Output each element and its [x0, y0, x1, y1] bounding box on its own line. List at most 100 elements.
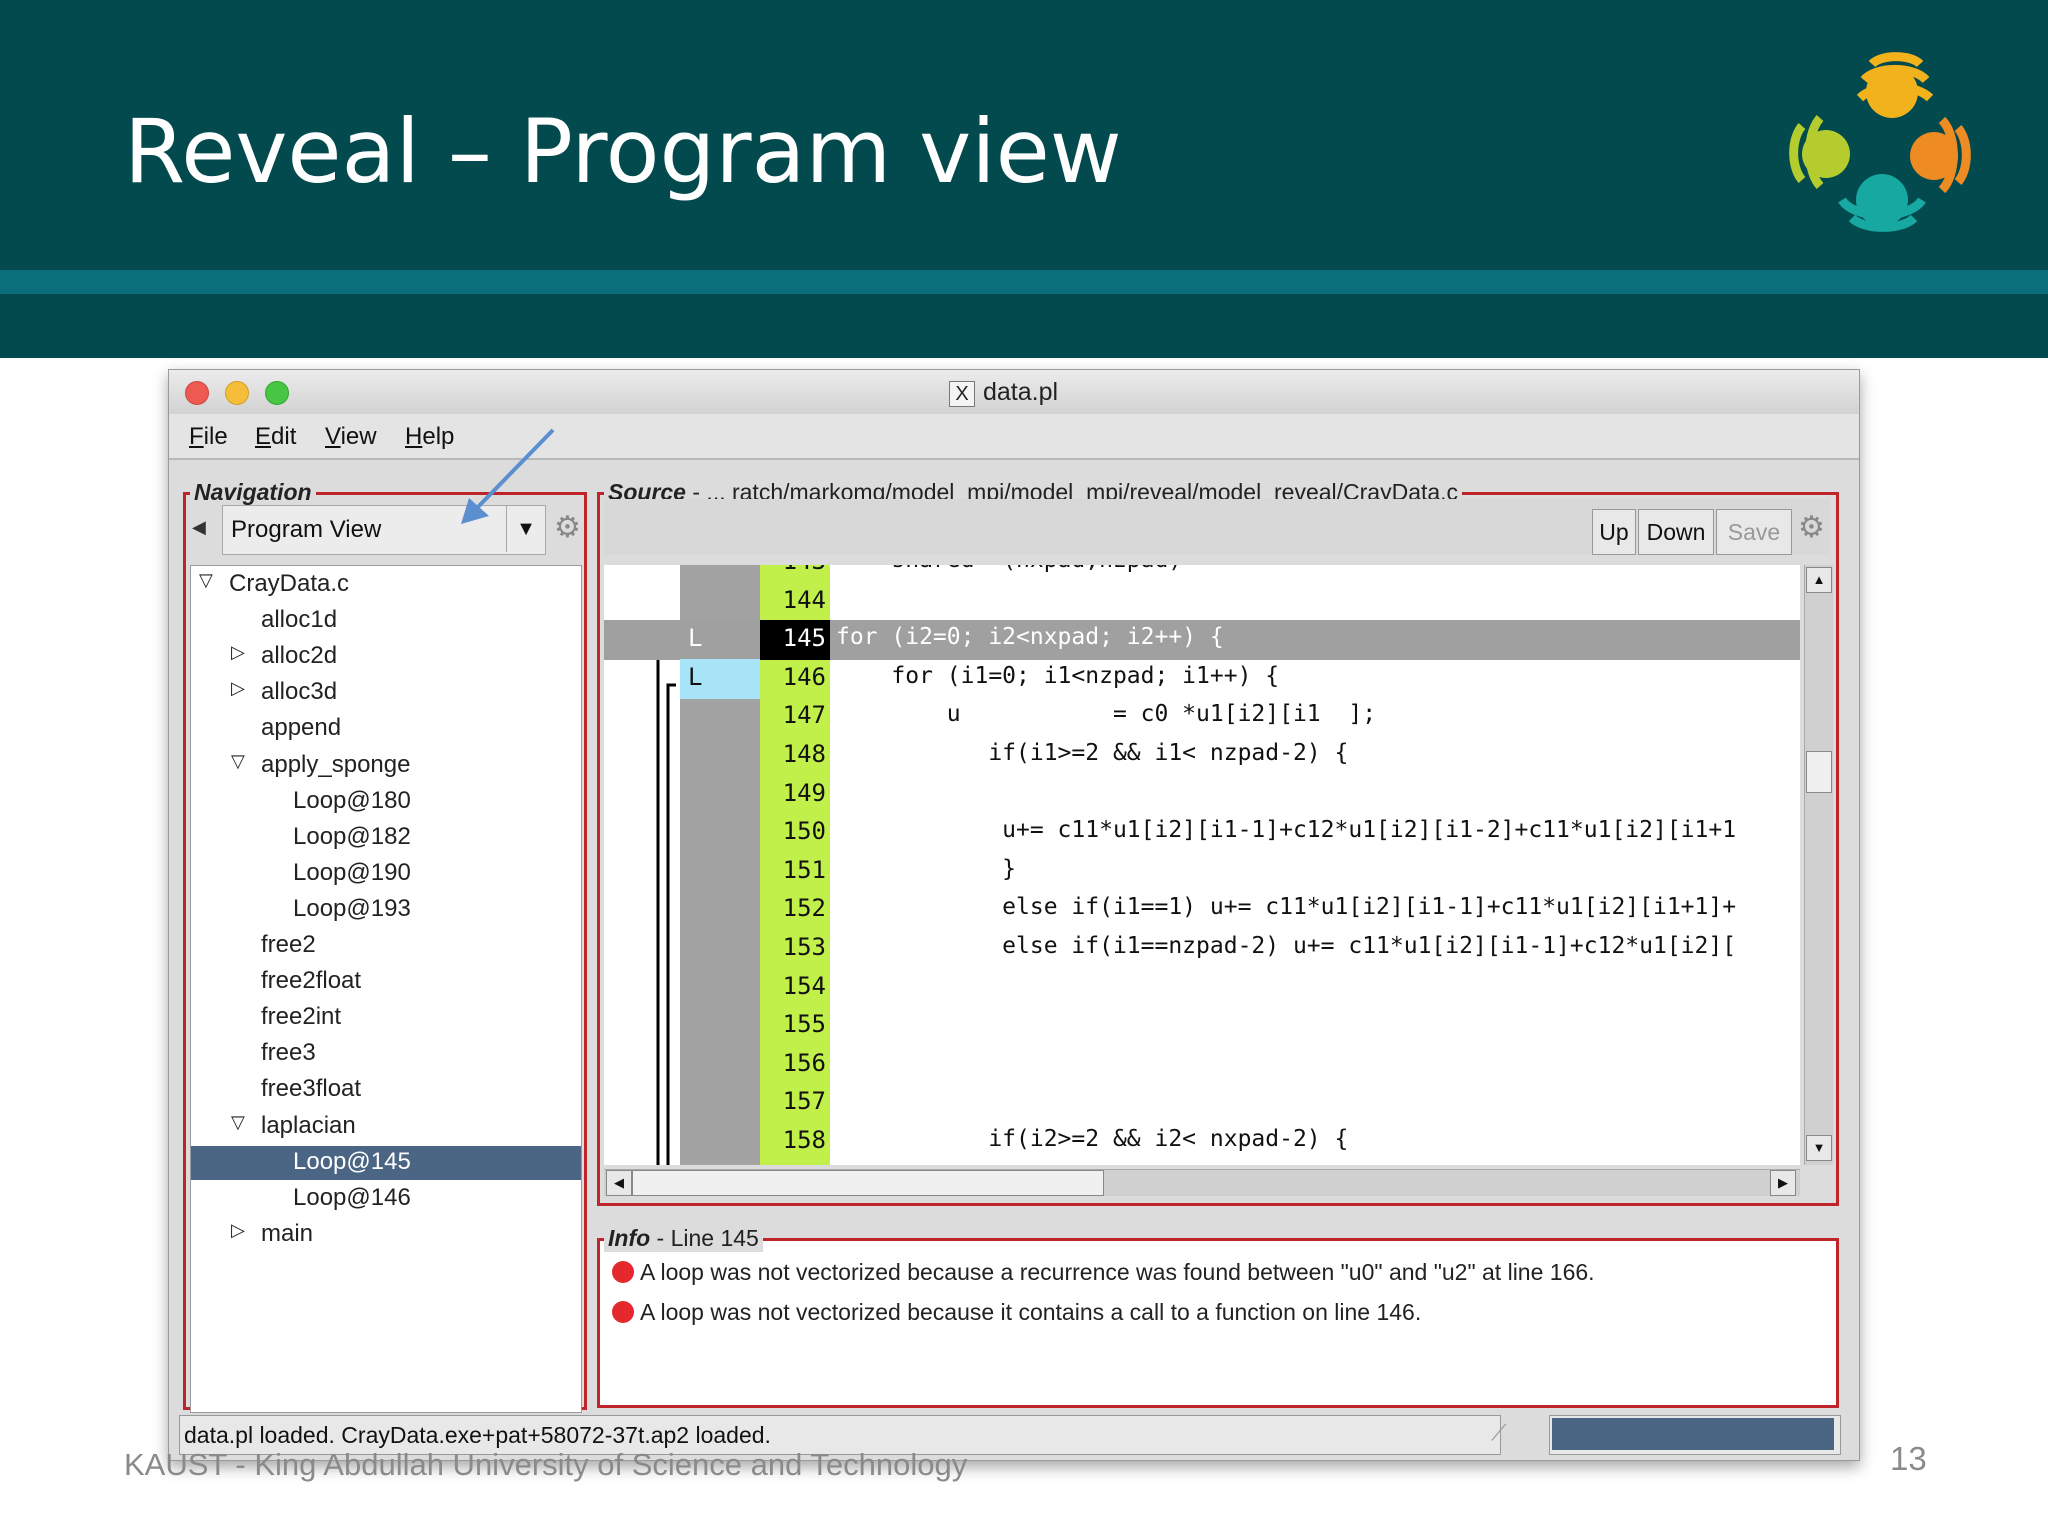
source-line[interactable]: 148 if(i1>=2 && i1< nzpad-2) {: [604, 736, 1800, 774]
scroll-left-icon[interactable]: ◀: [606, 1170, 632, 1196]
menu-bar: File Edit View Help: [169, 414, 1859, 460]
tree-item-label: free3: [261, 1039, 316, 1067]
close-button[interactable]: [185, 381, 209, 405]
tree-item[interactable]: free3float: [191, 1073, 581, 1107]
loop-marker[interactable]: L: [688, 663, 702, 691]
expanded-triangle-icon[interactable]: ▽: [199, 570, 213, 591]
source-line[interactable]: L 145 for (i2=0; i2<nxpad; i2++) {: [604, 620, 1800, 661]
source-line[interactable]: 147 u = c0 *u1[i2][i1 ];: [604, 697, 1800, 735]
tree-item-label: free2: [261, 931, 316, 958]
source-toolbar: Up Down Save ⚙: [604, 499, 1830, 555]
source-line[interactable]: 158 if(i2>=2 && i2< nxpad-2) {: [604, 1122, 1800, 1160]
horizontal-scroll-thumb[interactable]: [632, 1170, 1104, 1196]
tree-item-label: Loop@146: [293, 1183, 411, 1211]
error-icon: [612, 1260, 634, 1283]
down-button[interactable]: Down: [1638, 509, 1714, 555]
tree-item[interactable]: Loop@146: [191, 1182, 581, 1216]
line-code: for (i1=0; i1<nzpad; i1++) {: [836, 662, 1280, 689]
source-line[interactable]: L 146 for (i1=0; i1<nzpad; i1++) {: [604, 658, 1800, 699]
expanded-triangle-icon[interactable]: ▽: [231, 751, 245, 772]
error-icon: [612, 1300, 634, 1323]
view-select-value: Program View: [231, 516, 382, 543]
source-line[interactable]: 149: [604, 775, 1800, 813]
scroll-down-icon[interactable]: ▼: [1806, 1135, 1832, 1161]
line-number: 150: [782, 817, 826, 846]
menu-edit[interactable]: Edit: [255, 423, 296, 451]
minimize-button[interactable]: [225, 381, 249, 405]
menu-help[interactable]: Help: [405, 423, 454, 451]
tree-item[interactable]: Loop@182: [191, 821, 581, 855]
horizontal-scrollbar[interactable]: ◀ ▶: [604, 1169, 1800, 1196]
source-line[interactable]: 152 else if(i1==1) u+= c11*u1[i2][i1-1]+…: [604, 890, 1800, 928]
tree-item-label: CrayData.c: [229, 570, 350, 597]
collapsed-triangle-icon[interactable]: ▷: [231, 642, 245, 663]
line-number: 149: [782, 778, 826, 807]
line-number: 145: [782, 624, 826, 653]
tree-item-label: alloc3d: [261, 678, 338, 706]
tree-item[interactable]: ▷ main: [191, 1218, 581, 1252]
collapsed-triangle-icon[interactable]: ▷: [231, 1220, 245, 1241]
progress-bar: [1549, 1415, 1841, 1455]
up-button[interactable]: Up: [1592, 509, 1636, 555]
vertical-scrollbar[interactable]: ▲ ▼: [1804, 565, 1833, 1165]
navigation-tree: ▽ CrayData.c alloc1d ▷ alloc2d ▷ alloc3d append…: [190, 565, 582, 1413]
loop-marker[interactable]: L: [688, 624, 702, 652]
source-line[interactable]: 150 u+= c11*u1[i2][i1-1]+c12*u1[i2][i1-2…: [604, 813, 1800, 851]
annotation-arrow: [461, 428, 555, 524]
tree-item[interactable]: free2: [191, 929, 581, 963]
source-line[interactable]: 159: [604, 1161, 1800, 1166]
line-number: 155: [782, 1010, 826, 1039]
line-number: 151: [782, 855, 826, 884]
expanded-triangle-icon[interactable]: ▽: [231, 1112, 245, 1133]
collapsed-triangle-icon[interactable]: ▷: [231, 678, 245, 699]
line-number: 157: [782, 1087, 826, 1116]
x11-icon: X: [949, 381, 975, 407]
tree-item[interactable]: ▽ laplacian: [191, 1110, 581, 1144]
line-code: else if(i1==nzpad-2) u+= c11*u1[i2][i1-1…: [836, 933, 1737, 959]
tree-item[interactable]: ▷ alloc3d: [191, 676, 581, 710]
gear-icon[interactable]: ⚙: [1798, 513, 1825, 543]
source-panel: Source - ... ratch/markomg/model_mpi/mod…: [597, 479, 1839, 1206]
tree-item[interactable]: ▷ alloc2d: [191, 640, 581, 674]
tree-item[interactable]: Loop@145: [191, 1145, 581, 1180]
vertical-scroll-thumb[interactable]: [1806, 751, 1832, 793]
line-code: u+= c11*u1[i2][i1-1]+c12*u1[i2][i1-2]+c1…: [836, 817, 1737, 844]
source-line[interactable]: 154: [604, 968, 1800, 1006]
progress-fill: [1552, 1418, 1834, 1450]
source-line[interactable]: 155: [604, 1006, 1800, 1044]
line-number: 146: [782, 662, 826, 691]
source-line[interactable]: 156: [604, 1045, 1800, 1083]
slide-footer: KAUST - King Abdullah University of Scie…: [124, 1447, 968, 1482]
source-line[interactable]: 151 }: [604, 852, 1800, 890]
source-line[interactable]: 144: [604, 582, 1800, 620]
tree-item-label: free3float: [261, 1075, 362, 1103]
line-number: 154: [782, 971, 826, 1000]
source-line[interactable]: 157: [604, 1083, 1800, 1121]
line-number: 143: [760, 565, 826, 575]
scroll-up-icon[interactable]: ▲: [1806, 567, 1832, 593]
tree-item[interactable]: Loop@193: [191, 893, 581, 927]
line-code: u = c0 *u1[i2][i1 ];: [836, 701, 1377, 728]
save-button[interactable]: Save: [1716, 509, 1792, 555]
page-number: 13: [1890, 1440, 1927, 1477]
tree-item[interactable]: ▽ CrayData.c: [191, 568, 581, 602]
source-line[interactable]: 153 else if(i1==nzpad-2) u+= c11*u1[i2][…: [604, 929, 1800, 967]
tree-item[interactable]: free2float: [191, 965, 581, 999]
menu-file[interactable]: File: [189, 423, 228, 451]
tree-item[interactable]: Loop@190: [191, 857, 581, 891]
tree-item[interactable]: free3: [191, 1037, 581, 1071]
info-message: A loop was not vectorized because it con…: [612, 1299, 1421, 1326]
scroll-right-icon[interactable]: ▶: [1770, 1170, 1796, 1196]
tree-item[interactable]: free2int: [191, 1001, 581, 1035]
resize-grip-icon[interactable]: ⟋: [1491, 1420, 1527, 1450]
tree-item[interactable]: ▽ apply_sponge: [191, 749, 581, 783]
menu-view[interactable]: View: [325, 423, 377, 451]
zoom-button[interactable]: [265, 381, 289, 405]
line-number: 144: [782, 585, 826, 614]
nav-back-icon[interactable]: ◀: [192, 517, 206, 538]
tree-item[interactable]: append: [191, 712, 581, 746]
tree-item[interactable]: alloc1d: [191, 604, 581, 638]
info-message: A loop was not vectorized because a recu…: [612, 1259, 1595, 1286]
source-line[interactable]: 143 shared (nxpad,nzpad): [604, 565, 1800, 581]
tree-item[interactable]: Loop@180: [191, 785, 581, 819]
